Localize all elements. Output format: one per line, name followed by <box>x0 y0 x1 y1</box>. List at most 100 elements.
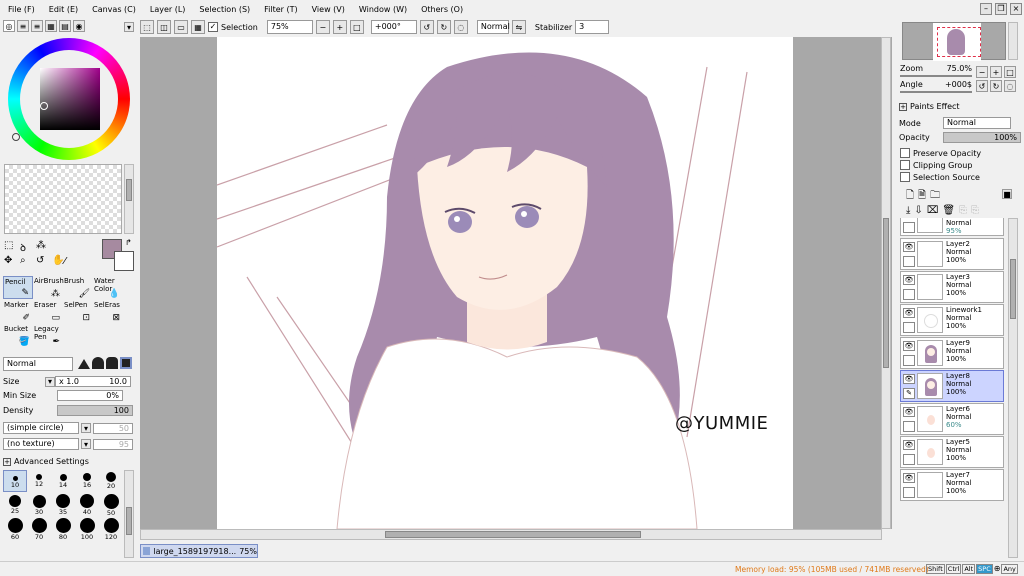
brush-size-50[interactable]: 50 <box>99 494 123 517</box>
size-field[interactable]: x 1.0 10.0 <box>55 376 131 387</box>
clipping-group-checkbox[interactable] <box>900 160 910 170</box>
scratchpad[interactable] <box>4 164 122 234</box>
nav-zoom-out-icon[interactable]: − <box>976 66 988 78</box>
flat-edge-icon[interactable] <box>120 357 132 369</box>
nav-rotate-right-icon[interactable]: ↻ <box>990 80 1002 92</box>
nav-rotate-reset-icon[interactable]: ◌ <box>1004 80 1016 92</box>
hard-edge-icon[interactable] <box>78 357 90 369</box>
brush-size-25[interactable]: 25 <box>3 494 27 516</box>
menu-others[interactable]: Others (O) <box>413 5 469 14</box>
tool-water-color[interactable]: Water Color 💧 <box>93 276 123 299</box>
magic-wand-icon[interactable]: ⁂ <box>36 240 51 254</box>
eyedropper-icon[interactable]: ⁄ <box>64 256 66 267</box>
layers-scrollbar[interactable] <box>1008 218 1018 558</box>
tool-pencil[interactable]: Pencil ✎ <box>3 276 33 299</box>
layer-row-layer3[interactable]: 👁 Layer3 Normal 100% <box>900 271 1004 303</box>
layer-row-layer8[interactable]: 👁 ✎ Layer8 Normal 100% <box>900 370 1004 402</box>
canvas-area[interactable]: @YUMMIE <box>140 37 892 529</box>
navigator-preview[interactable] <box>902 22 1006 61</box>
move-icon[interactable]: ✥ <box>4 255 19 266</box>
lasso-icon[interactable]: ꝺ <box>20 240 35 254</box>
tool-legacy-pen[interactable]: Legacy Pen ✒ <box>33 324 63 347</box>
brush-size-20[interactable]: 20 <box>99 470 123 492</box>
hsv-slider-tab[interactable]: ≡ <box>31 20 43 32</box>
tool-eraser[interactable]: Eraser ▭ <box>33 300 63 323</box>
layer-opacity-slider[interactable]: 100% <box>943 132 1021 143</box>
tool-seleras[interactable]: SelEras ⊠ <box>93 300 123 323</box>
layer-visibility-eye-icon[interactable]: 👁 <box>903 374 915 384</box>
layer-lock-icon[interactable] <box>903 289 915 300</box>
shape-dropdown-icon[interactable]: ▾ <box>81 423 91 433</box>
layer-lock-icon[interactable] <box>903 421 915 432</box>
transfer-down-icon[interactable]: ⤓ <box>906 205 910 216</box>
layer-row-layer2[interactable]: 👁 Layer2 Normal 100% <box>900 238 1004 270</box>
tool-brush[interactable]: Brush 🖌 <box>63 276 93 299</box>
layer-edit-pen-icon[interactable]: ✎ <box>903 388 915 399</box>
selection-source-row[interactable]: Selection Source <box>900 172 980 182</box>
layer-visibility-eye-icon[interactable]: 👁 <box>903 440 915 450</box>
brush-size-12[interactable]: 12 <box>27 470 51 492</box>
minimize-button[interactable]: – <box>980 3 992 15</box>
layer-row-layer5[interactable]: 👁 Layer5 Normal 100% <box>900 436 1004 468</box>
stabilizer-select[interactable]: 3 <box>575 20 610 34</box>
layer-visibility-eye-icon[interactable]: 👁 <box>903 407 915 417</box>
layer-row-layer9[interactable]: 👁 Layer9 Normal 100% <box>900 337 1004 369</box>
texture-strength-field[interactable]: 95 <box>93 438 133 450</box>
clipping-group-row[interactable]: Clipping Group <box>900 160 972 170</box>
clear-layer-icon[interactable]: ⌧ <box>927 205 939 216</box>
tool-airbrush[interactable]: AirBrush ⁂ <box>33 276 64 299</box>
layer-lock-icon[interactable] <box>903 322 915 333</box>
color-picker-cursor[interactable] <box>40 102 48 110</box>
nav-zoom-reset-icon[interactable]: □ <box>1004 66 1016 78</box>
menu-edit[interactable]: Edit (E) <box>41 5 84 14</box>
rotate-reset-icon[interactable]: ◌ <box>453 20 468 34</box>
panel-menu-icon[interactable]: ▾ <box>124 22 134 32</box>
menu-window[interactable]: Window (W) <box>351 5 413 14</box>
delete-layer-icon[interactable]: 🗑 <box>942 205 955 216</box>
zoom-tool-icon[interactable]: ⌕ <box>20 255 35 266</box>
texture-select[interactable]: (no texture) <box>3 438 79 450</box>
hue-cursor[interactable] <box>12 133 20 141</box>
close-button[interactable]: × <box>1010 3 1022 15</box>
nav-zoom-in-icon[interactable]: + <box>990 66 1002 78</box>
transform-icon[interactable]: ▭ <box>174 20 188 34</box>
selection-checkbox[interactable]: ✓ <box>208 22 218 32</box>
merge-down-icon[interactable]: ⇩ <box>914 205 922 216</box>
paints-effect-header[interactable]: + Paints Effect <box>899 102 960 111</box>
brush-size-14[interactable]: 14 <box>51 470 75 492</box>
brush-size-35[interactable]: 35 <box>51 494 75 516</box>
menu-layer[interactable]: Layer (L) <box>142 5 192 14</box>
paints-effect-expand-icon[interactable]: + <box>899 102 907 111</box>
soft-edge-icon[interactable] <box>92 357 104 369</box>
saturation-value-square[interactable] <box>40 68 100 130</box>
flip-icon[interactable]: ⇋ <box>511 20 526 34</box>
tool-bucket[interactable]: Bucket 🪣 <box>3 324 33 347</box>
layer-lock-icon[interactable] <box>903 222 915 233</box>
brush-size-16[interactable]: 16 <box>75 470 99 492</box>
brush-size-scrollbar[interactable] <box>124 470 134 558</box>
layer-visibility-eye-icon[interactable]: 👁 <box>903 473 915 483</box>
selection-source-checkbox[interactable] <box>900 172 910 182</box>
rotate-left-icon[interactable]: ↺ <box>419 20 434 34</box>
layer-visibility-eye-icon[interactable]: 👁 <box>903 308 915 318</box>
deselect-icon[interactable]: ⬚ <box>140 20 154 34</box>
rect-select-icon[interactable]: ⬚ <box>4 240 19 254</box>
canvas-vertical-scrollbar[interactable] <box>881 37 891 529</box>
color-wheel-tab[interactable]: ◎ <box>3 20 15 32</box>
layer-row-layer7[interactable]: 👁 Layer7 Normal 100% <box>900 469 1004 501</box>
zoom-select[interactable]: 75% <box>266 20 313 34</box>
tool-selpen[interactable]: SelPen ⊡ <box>63 300 93 323</box>
swap-color-icon[interactable]: ↱ <box>125 238 132 247</box>
medium-edge-icon[interactable] <box>106 357 118 369</box>
invert-select-icon[interactable]: ◫ <box>157 20 171 34</box>
rgb-slider-tab[interactable]: ≡ <box>17 20 29 32</box>
rotate-tool-icon[interactable]: ↺ <box>36 255 51 266</box>
brush-blend-select[interactable]: Normal <box>3 357 73 371</box>
navigator-angle-slider[interactable] <box>900 91 972 93</box>
preserve-opacity-row[interactable]: Preserve Opacity <box>900 148 981 158</box>
brush-size-30[interactable]: 30 <box>27 494 51 516</box>
layer-lock-icon[interactable] <box>903 454 915 465</box>
layer-panel-menu-icon[interactable]: ■ <box>1002 189 1012 199</box>
layer-visibility-eye-icon[interactable]: 👁 <box>903 275 915 285</box>
layer-row-layer6[interactable]: 👁 Layer6 Normal 60% <box>900 403 1004 435</box>
